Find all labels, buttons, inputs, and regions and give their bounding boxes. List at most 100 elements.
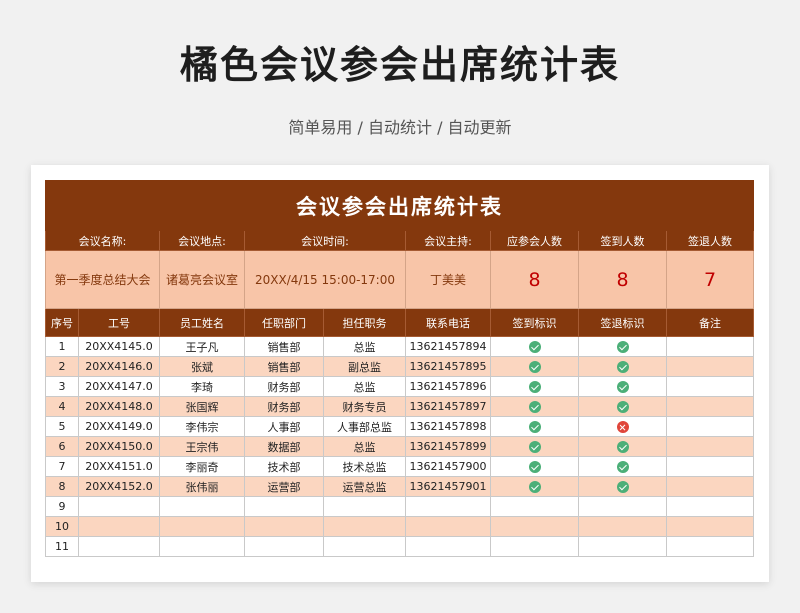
position-cell[interactable]: 总监 — [323, 436, 406, 457]
signout-status-cell[interactable] — [578, 416, 667, 437]
meeting-host-value[interactable]: 丁美美 — [405, 250, 491, 309]
employee-id-cell[interactable] — [78, 496, 160, 517]
note-cell[interactable] — [665, 436, 755, 457]
employee-name-cell[interactable]: 张国辉 — [159, 396, 245, 417]
phone-cell[interactable] — [405, 536, 491, 557]
signin-status-cell[interactable] — [490, 476, 579, 497]
signout-status-cell[interactable] — [578, 536, 667, 557]
signin-status-cell[interactable] — [490, 396, 579, 417]
row-number-cell[interactable]: 10 — [45, 516, 79, 537]
row-number-cell[interactable]: 3 — [45, 376, 79, 397]
note-cell[interactable] — [665, 476, 755, 497]
position-cell[interactable]: 总监 — [323, 336, 406, 357]
phone-cell[interactable]: 13621457896 — [405, 376, 491, 397]
signout-status-cell[interactable] — [578, 496, 667, 517]
phone-cell[interactable]: 13621457901 — [405, 476, 491, 497]
department-cell[interactable]: 数据部 — [244, 436, 324, 457]
department-cell[interactable]: 财务部 — [244, 396, 324, 417]
signout-status-cell[interactable] — [578, 516, 667, 537]
department-cell[interactable] — [244, 496, 324, 517]
department-cell[interactable] — [244, 516, 324, 537]
signout-count-value[interactable]: 7 — [665, 250, 755, 309]
department-cell[interactable]: 技术部 — [244, 456, 324, 477]
expected-count-value[interactable]: 8 — [490, 250, 579, 309]
signin-status-cell[interactable] — [490, 496, 579, 517]
phone-cell[interactable]: 13621457895 — [405, 356, 491, 377]
signin-status-cell[interactable] — [490, 356, 579, 377]
meeting-location-value[interactable]: 诸葛亮会议室 — [159, 250, 245, 309]
note-cell[interactable] — [665, 536, 755, 557]
row-number-cell[interactable]: 6 — [45, 436, 79, 457]
row-number-cell[interactable]: 11 — [45, 536, 79, 557]
signout-status-cell[interactable] — [578, 376, 667, 397]
employee-id-cell[interactable]: 20XX4147.0 — [78, 376, 160, 397]
employee-name-cell[interactable]: 张伟丽 — [159, 476, 245, 497]
meeting-name-value[interactable]: 第一季度总结大会 — [45, 250, 160, 309]
note-cell[interactable] — [665, 456, 755, 477]
signin-status-cell[interactable] — [490, 436, 579, 457]
note-cell[interactable] — [665, 416, 755, 437]
employee-id-cell[interactable]: 20XX4146.0 — [78, 356, 160, 377]
employee-name-cell[interactable] — [159, 496, 245, 517]
department-cell[interactable] — [244, 536, 324, 557]
phone-cell[interactable]: 13621457900 — [405, 456, 491, 477]
employee-name-cell[interactable]: 李伟宗 — [159, 416, 245, 437]
employee-id-cell[interactable]: 20XX4151.0 — [78, 456, 160, 477]
row-number-cell[interactable]: 1 — [45, 336, 79, 357]
signin-status-cell[interactable] — [490, 536, 579, 557]
department-cell[interactable]: 销售部 — [244, 336, 324, 357]
employee-id-cell[interactable]: 20XX4148.0 — [78, 396, 160, 417]
employee-id-cell[interactable]: 20XX4150.0 — [78, 436, 160, 457]
employee-name-cell[interactable]: 李琦 — [159, 376, 245, 397]
note-cell[interactable] — [665, 336, 755, 357]
position-cell[interactable]: 人事部总监 — [323, 416, 406, 437]
employee-id-cell[interactable]: 20XX4145.0 — [78, 336, 160, 357]
phone-cell[interactable] — [405, 496, 491, 517]
position-cell[interactable]: 总监 — [323, 376, 406, 397]
employee-id-cell[interactable] — [78, 536, 160, 557]
employee-id-cell[interactable] — [78, 516, 160, 537]
note-cell[interactable] — [665, 396, 755, 417]
signin-status-cell[interactable] — [490, 456, 579, 477]
signin-status-cell[interactable] — [490, 336, 579, 357]
signout-status-cell[interactable] — [578, 396, 667, 417]
signin-status-cell[interactable] — [490, 516, 579, 537]
signin-count-value[interactable]: 8 — [578, 250, 667, 309]
row-number-cell[interactable]: 2 — [45, 356, 79, 377]
phone-cell[interactable]: 13621457894 — [405, 336, 491, 357]
employee-name-cell[interactable]: 李丽奇 — [159, 456, 245, 477]
note-cell[interactable] — [665, 516, 755, 537]
phone-cell[interactable] — [405, 516, 491, 537]
department-cell[interactable]: 销售部 — [244, 356, 324, 377]
signout-status-cell[interactable] — [578, 456, 667, 477]
row-number-cell[interactable]: 7 — [45, 456, 79, 477]
phone-cell[interactable]: 13621457899 — [405, 436, 491, 457]
signin-status-cell[interactable] — [490, 416, 579, 437]
employee-name-cell[interactable]: 张斌 — [159, 356, 245, 377]
row-number-cell[interactable]: 8 — [45, 476, 79, 497]
position-cell[interactable]: 运营总监 — [323, 476, 406, 497]
employee-name-cell[interactable] — [159, 536, 245, 557]
phone-cell[interactable]: 13621457898 — [405, 416, 491, 437]
position-cell[interactable] — [323, 516, 406, 537]
signout-status-cell[interactable] — [578, 356, 667, 377]
department-cell[interactable]: 财务部 — [244, 376, 324, 397]
position-cell[interactable]: 财务专员 — [323, 396, 406, 417]
meeting-time-value[interactable]: 20XX/4/15 15:00-17:00 — [244, 250, 406, 309]
note-cell[interactable] — [665, 356, 755, 377]
note-cell[interactable] — [665, 496, 755, 517]
position-cell[interactable] — [323, 496, 406, 517]
signin-status-cell[interactable] — [490, 376, 579, 397]
note-cell[interactable] — [665, 376, 755, 397]
row-number-cell[interactable]: 5 — [45, 416, 79, 437]
department-cell[interactable]: 运营部 — [244, 476, 324, 497]
row-number-cell[interactable]: 9 — [45, 496, 79, 517]
employee-id-cell[interactable]: 20XX4152.0 — [78, 476, 160, 497]
row-number-cell[interactable]: 4 — [45, 396, 79, 417]
employee-name-cell[interactable] — [159, 516, 245, 537]
employee-name-cell[interactable]: 王子凡 — [159, 336, 245, 357]
employee-name-cell[interactable]: 王宗伟 — [159, 436, 245, 457]
signout-status-cell[interactable] — [578, 336, 667, 357]
position-cell[interactable]: 副总监 — [323, 356, 406, 377]
position-cell[interactable] — [323, 536, 406, 557]
